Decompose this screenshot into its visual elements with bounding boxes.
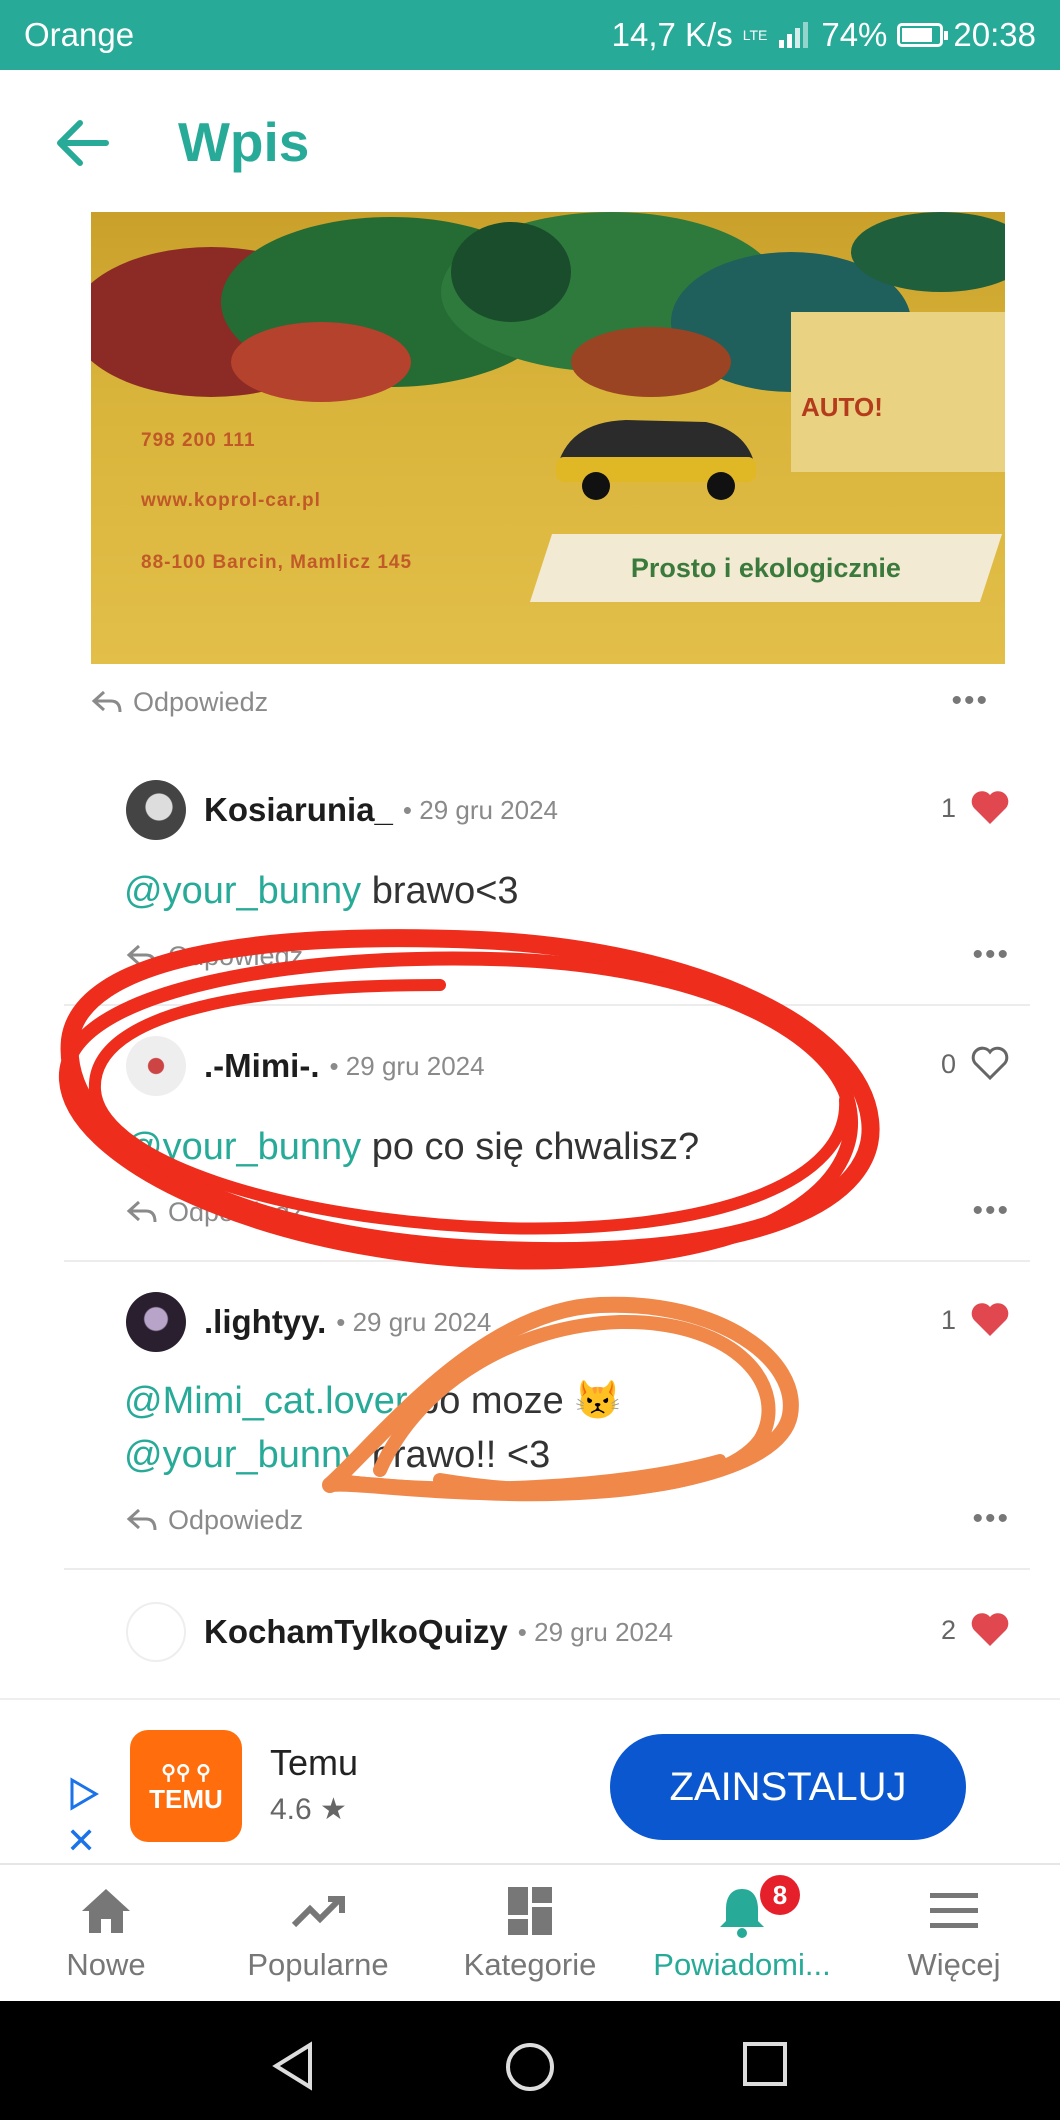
close-icon[interactable]: ✕ <box>66 1820 96 1862</box>
bottom-nav: Nowe Popularne Kategorie 8 Powiadomi... … <box>0 1863 1060 2003</box>
system-home-icon[interactable] <box>504 2041 556 2093</box>
temu-logo[interactable]: ⚲⚲ ⚲ TEMU <box>130 1730 242 1842</box>
nav-item-kategorie[interactable]: Kategorie <box>424 1865 636 2003</box>
trending-icon <box>291 1896 345 1928</box>
notification-badge: 8 <box>760 1875 800 1915</box>
install-button[interactable]: ZAINSTALUJ <box>610 1734 966 1840</box>
nav-item-powiadomienia[interactable]: 8 Powiadomi... <box>636 1865 848 2003</box>
menu-icon <box>930 1893 978 1928</box>
nav-item-wiecej[interactable]: Więcej <box>848 1865 1060 2003</box>
system-back-icon[interactable] <box>270 2041 316 2091</box>
ad-rating: 4.6 ★ <box>270 1793 347 1826</box>
ad-banner[interactable]: ✕ ⚲⚲ ⚲ TEMU Temu 4.6 ★ ZAINSTALUJ <box>0 1698 1060 1865</box>
home-icon <box>82 1889 130 1933</box>
nav-item-nowe[interactable]: Nowe <box>0 1865 212 2003</box>
nav-item-popularne[interactable]: Popularne <box>212 1865 424 2003</box>
system-recents-icon[interactable] <box>742 2041 788 2087</box>
system-nav-bar <box>0 2001 1060 2120</box>
grid-icon <box>508 1887 552 1935</box>
ad-app-name: Temu <box>270 1742 359 1783</box>
ad-choices-icon[interactable] <box>66 1776 102 1812</box>
